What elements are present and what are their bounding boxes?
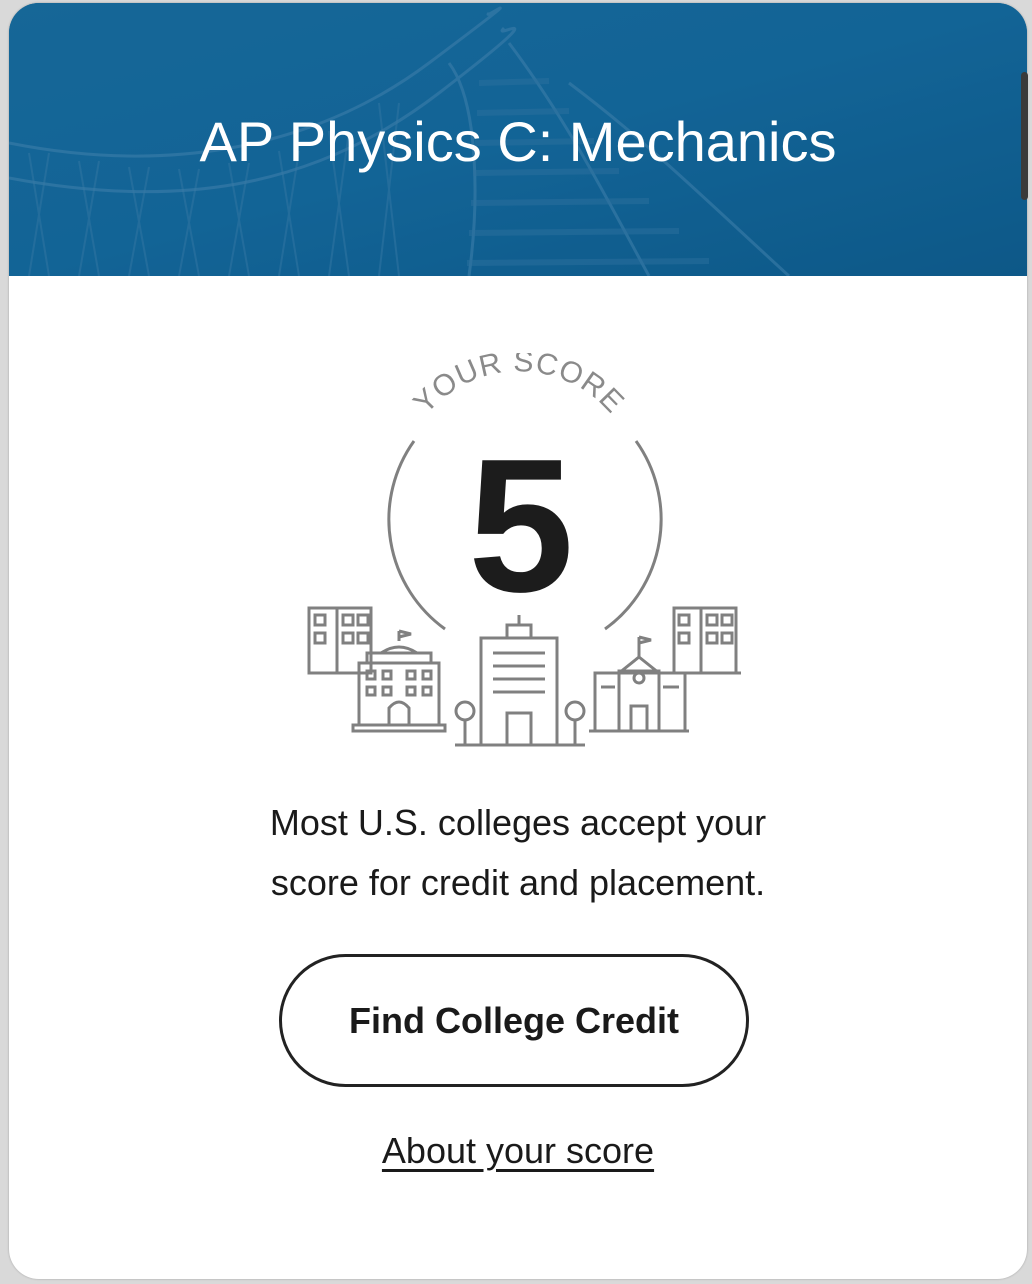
your-score-arc-label: YOUR SCORE xyxy=(407,353,630,420)
score-card: AP Physics C: Mechanics YOUR SCORE 5 Mos… xyxy=(9,3,1027,1279)
score-value: 5 xyxy=(468,420,574,632)
find-college-credit-button[interactable]: Find College Credit xyxy=(279,954,749,1087)
score-message-line-2: score for credit and placement. xyxy=(270,862,766,903)
score-message: Most U.S. colleges accept your score for… xyxy=(9,793,1027,913)
about-your-score-link[interactable]: About your score xyxy=(382,1130,654,1171)
score-arc-right xyxy=(604,440,663,631)
score-badge: YOUR SCORE 5 xyxy=(307,353,741,747)
scrollbar-thumb[interactable] xyxy=(1021,72,1028,200)
score-arc-left xyxy=(387,440,446,631)
about-score-container: About your score xyxy=(9,1130,1027,1172)
score-message-line-1: Most U.S. colleges accept your xyxy=(269,802,767,843)
course-title: AP Physics C: Mechanics xyxy=(199,110,837,173)
header-banner: AP Physics C: Mechanics xyxy=(9,3,1027,276)
